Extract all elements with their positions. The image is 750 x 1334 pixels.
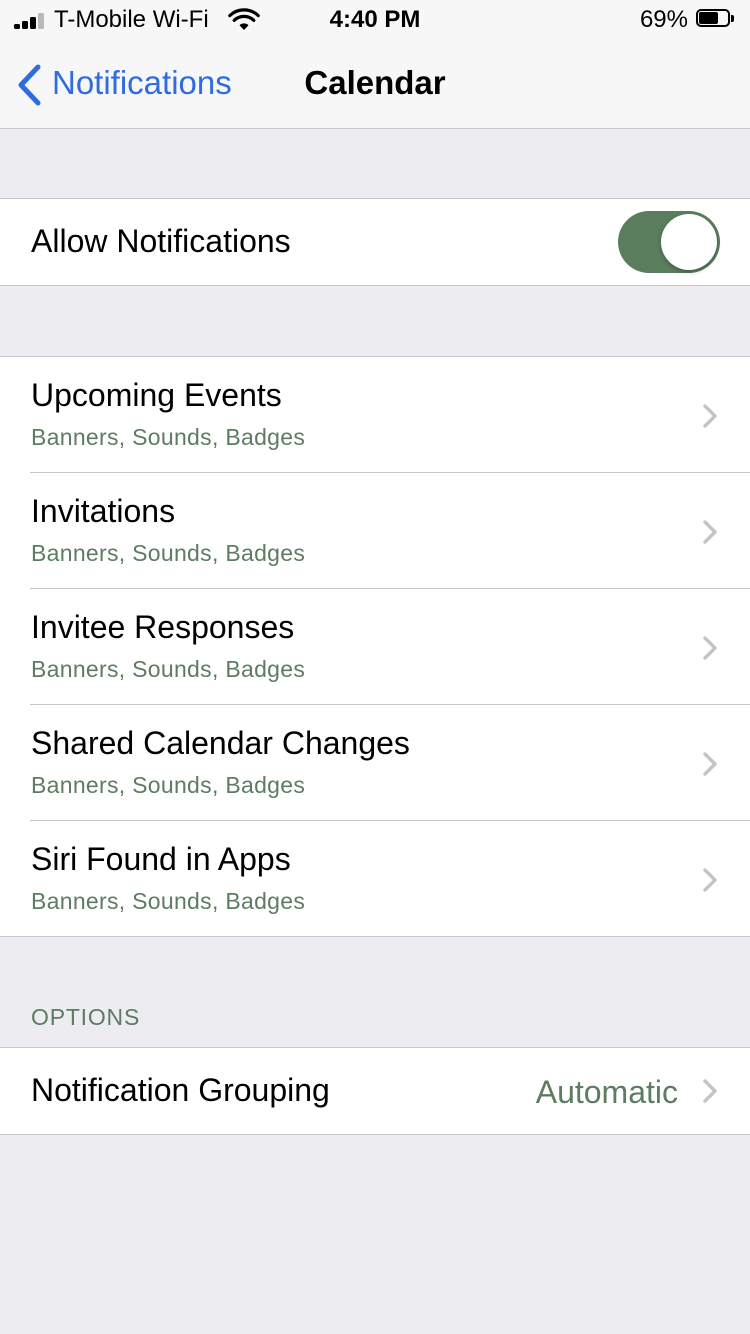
chevron-right-icon [703,520,717,544]
chevron-right-icon [703,868,717,892]
allow-notifications-toggle[interactable] [618,211,720,273]
list-item-subtitle: Banners, Sounds, Badges [31,656,306,682]
options-section-header: OPTIONS [31,1004,141,1030]
options-group: Notification Grouping Automatic [0,1047,750,1135]
status-time: 4:40 PM [329,6,421,33]
battery-percent: 69% [639,6,688,33]
notification-grouping-value: Automatic [535,1074,678,1110]
list-item-upcoming-events[interactable]: Upcoming Events Banners, Sounds, Badges [0,357,750,473]
page-title: Calendar [304,64,446,101]
notification-grouping-label: Notification Grouping [31,1072,330,1108]
list-item-subtitle: Banners, Sounds, Badges [31,540,306,566]
allow-notifications-label: Allow Notifications [31,223,291,259]
chevron-right-icon [703,1079,717,1103]
list-item-subtitle: Banners, Sounds, Badges [31,772,306,798]
toggle-knob [661,214,717,270]
list-item-title: Upcoming Events [31,377,282,413]
allow-notifications-row: Allow Notifications [0,199,750,285]
list-item-invitations[interactable]: Invitations Banners, Sounds, Badges [0,473,750,589]
list-item-title: Invitations [31,493,176,529]
notification-grouping-row[interactable]: Notification Grouping Automatic [0,1048,750,1134]
list-item-shared-calendar-changes[interactable]: Shared Calendar Changes Banners, Sounds,… [0,705,750,821]
list-item-title: Invitee Responses [31,609,295,645]
list-item-subtitle: Banners, Sounds, Badges [31,888,306,914]
list-item-title: Shared Calendar Changes [31,725,410,761]
list-item-subtitle: Banners, Sounds, Badges [31,424,306,450]
chevron-right-icon [703,636,717,660]
list-item-title: Siri Found in Apps [31,841,291,877]
list-item-siri-found-in-apps[interactable]: Siri Found in Apps Banners, Sounds, Badg… [0,821,750,936]
allow-notifications-group: Allow Notifications [0,198,750,286]
chevron-right-icon [703,752,717,776]
status-bar: T-Mobile Wi-Fi 4:40 PM 69% [0,0,750,42]
notification-categories-group: Upcoming Events Banners, Sounds, Badges … [0,356,750,937]
navigation-bar: Notifications Calendar [0,42,750,129]
list-item-invitee-responses[interactable]: Invitee Responses Banners, Sounds, Badge… [0,589,750,705]
battery-icon [696,9,736,29]
chevron-right-icon [703,404,717,428]
